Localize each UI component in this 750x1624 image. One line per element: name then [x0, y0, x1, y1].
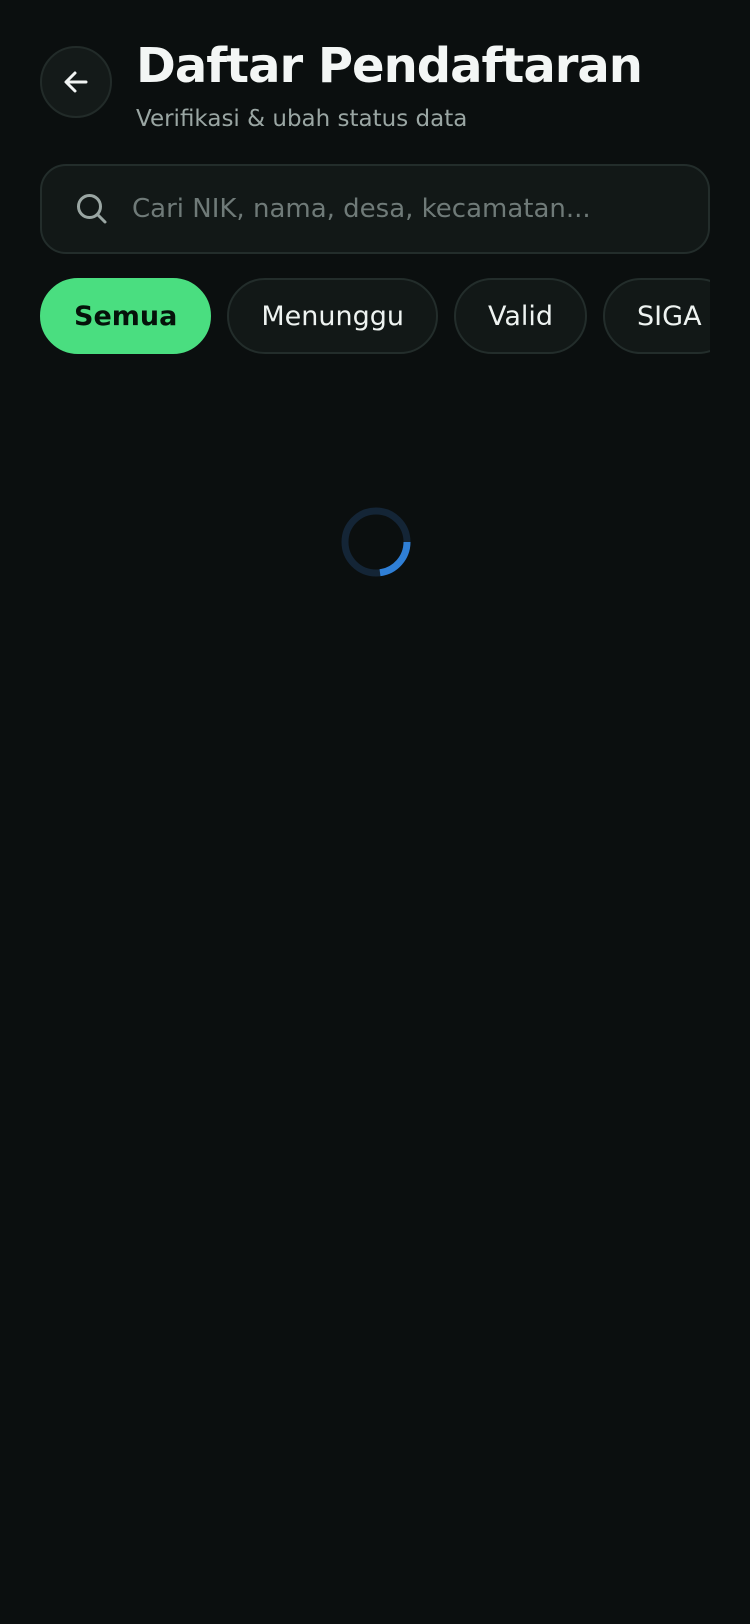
page-subtitle: Verifikasi & ubah status data — [136, 106, 468, 132]
page-title: Daftar Pendaftaran — [136, 38, 643, 94]
filter-chip-siga[interactable]: SIGA — [603, 278, 710, 354]
filter-chip-semua[interactable]: Semua — [40, 278, 212, 354]
search-icon — [74, 191, 110, 227]
back-button[interactable] — [40, 46, 112, 118]
search-input[interactable] — [132, 179, 688, 239]
title-group: Daftar Pendaftaran Verifikasi & ubah sta… — [136, 38, 706, 134]
status-filter-chips: Semua Menunggu Valid SIGA — [40, 278, 710, 356]
page-header: Daftar Pendaftaran Verifikasi & ubah sta… — [40, 38, 710, 138]
arrow-left-icon — [61, 67, 91, 97]
loading-spinner-icon — [340, 506, 412, 578]
filter-chip-valid[interactable]: Valid — [453, 278, 588, 354]
search-bar[interactable] — [40, 164, 710, 254]
registration-list-screen: Daftar Pendaftaran Verifikasi & ubah sta… — [0, 0, 750, 1624]
filter-chip-menunggu[interactable]: Menunggu — [227, 278, 438, 354]
